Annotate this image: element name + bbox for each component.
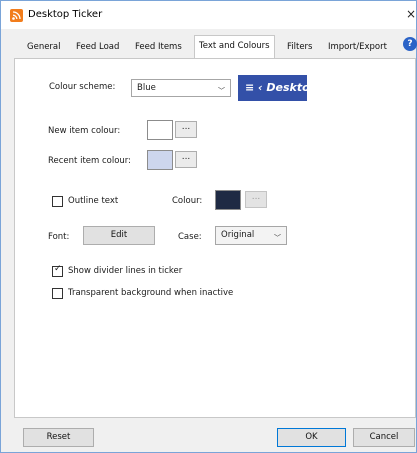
colour-scheme-select[interactable]: Blue ﹀ (131, 79, 231, 97)
outline-colour-label: Colour: (172, 196, 203, 206)
tab-feed-load[interactable]: Feed Load (72, 38, 123, 57)
checkmark-icon: ✓ (54, 264, 62, 274)
dialog-window: Desktop Ticker × General Feed Load Feed … (0, 0, 417, 453)
window-title: Desktop Ticker (28, 9, 103, 20)
font-label: Font: (48, 232, 70, 242)
new-item-colour-button[interactable]: ... (175, 121, 197, 138)
tab-general[interactable]: General (23, 38, 65, 57)
tab-feed-items[interactable]: Feed Items (131, 38, 186, 57)
new-item-colour-label: New item colour: (48, 126, 121, 136)
title-bar: Desktop Ticker × (1, 1, 416, 29)
reset-button[interactable]: Reset (23, 428, 94, 447)
text-and-colours-panel: Colour scheme: Blue ﹀ ≡ ‹ Deskto New ite… (14, 58, 416, 418)
chevron-down-icon: ﹀ (218, 87, 225, 95)
recent-item-colour-button[interactable]: ... (175, 151, 197, 168)
show-divider-lines-label: Show divider lines in ticker (68, 266, 183, 276)
case-label: Case: (178, 232, 202, 242)
new-item-colour-swatch[interactable] (147, 120, 173, 140)
outline-text-label: Outline text (68, 196, 119, 206)
help-icon[interactable]: ? (403, 37, 417, 51)
tab-text-and-colours[interactable]: Text and Colours (194, 35, 275, 58)
case-value: Original (221, 230, 255, 240)
colour-scheme-label: Colour scheme: (49, 82, 116, 92)
transparent-background-label: Transparent background when inactive (68, 288, 234, 298)
tab-filters[interactable]: Filters (283, 38, 316, 57)
transparent-background-checkbox[interactable] (52, 288, 63, 299)
recent-item-colour-swatch[interactable] (147, 150, 173, 170)
outline-colour-swatch[interactable] (215, 190, 241, 210)
cancel-button[interactable]: Cancel (353, 428, 415, 447)
show-divider-lines-checkbox[interactable]: ✓ (52, 264, 63, 277)
ok-button[interactable]: OK (277, 428, 346, 447)
font-edit-button[interactable]: Edit (83, 226, 155, 245)
rss-feed-icon (10, 9, 23, 22)
tab-import-export[interactable]: Import/Export (324, 38, 391, 57)
colour-scheme-value: Blue (137, 83, 156, 93)
tab-strip: General Feed Load Feed Items Text and Co… (1, 35, 416, 59)
chevron-down-icon: ﹀ (274, 234, 281, 242)
recent-item-colour-label: Recent item colour: (48, 156, 132, 166)
close-icon[interactable]: × (406, 7, 416, 21)
outline-text-checkbox[interactable] (52, 196, 63, 207)
colour-scheme-preview: ≡ ‹ Deskto (238, 75, 307, 101)
case-select[interactable]: Original ﹀ (215, 226, 287, 245)
outline-colour-button[interactable]: ... (245, 191, 267, 208)
